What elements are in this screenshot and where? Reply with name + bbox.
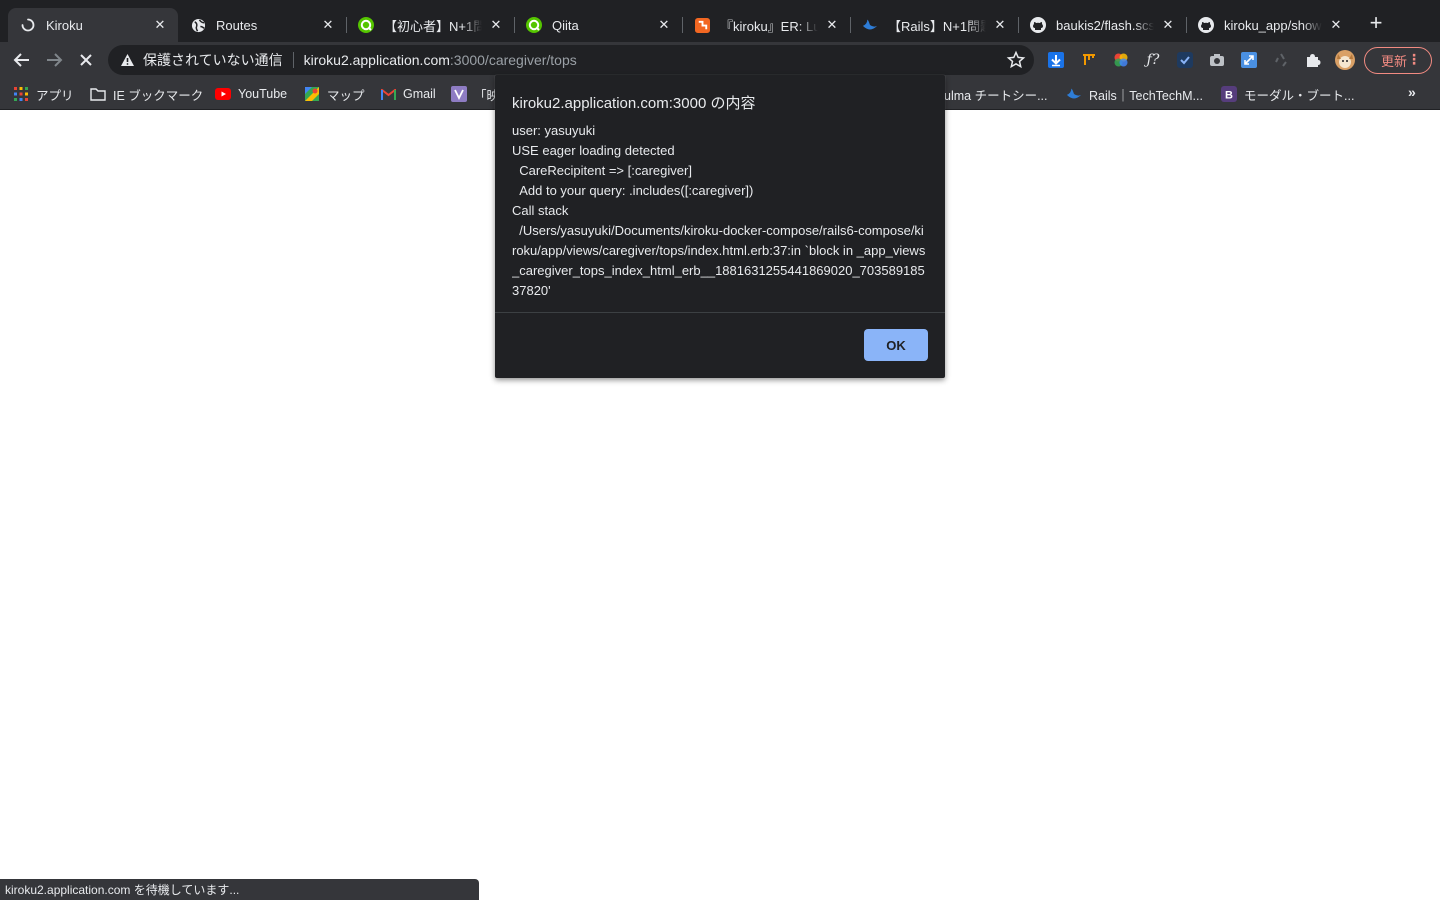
forward-arrow-icon [47,53,63,67]
loading-spinner-icon [20,17,36,33]
dialog-line: Call stack [512,203,569,218]
download-extension-icon[interactable] [1046,50,1066,70]
tab-title: 【Rails】N+1問題を [888,18,986,34]
tab-title: Routes [216,17,258,33]
checkmark-extension-icon[interactable] [1175,50,1195,70]
status-bar: kiroku2.application.com を待機しています... [0,879,479,900]
dialog-message[interactable]: user: yasuyuki USE eager loading detecte… [512,121,927,312]
bookmark-gmail[interactable]: Gmail [380,85,436,103]
bootstrap-icon: B [1221,86,1237,102]
bookmark-label: アプリ [36,88,74,103]
lucidchart-icon [694,17,710,33]
toolbar: 保護されていない通信 kiroku2.application.com:3000/… [0,42,1440,78]
alert-dialog: kiroku2.application.com:3000 の内容 user: y… [495,75,945,378]
close-icon [80,54,92,66]
avatar[interactable] [1335,50,1355,70]
tab-title: 【初心者】N+1問題 [384,18,482,34]
close-icon[interactable]: ✕ [152,17,168,33]
dialog-line: /Users/yasuyuki/Documents/kiroku-docker-… [512,223,926,298]
back-button[interactable] [8,46,36,74]
globe-icon [190,17,206,33]
apps-grid-icon [13,86,29,102]
dialog-line: USE eager loading detected [512,143,675,158]
folder-icon [90,86,106,102]
bookmark-apps[interactable]: アプリ [13,85,74,103]
ruler-extension-icon[interactable] [1079,50,1099,70]
dialog-divider [495,312,945,313]
chevron-more-icon[interactable]: » [1408,84,1416,100]
close-icon[interactable]: ✕ [656,17,672,33]
tab-title: 『kiroku』ER: Luc [720,18,818,34]
vuetify-icon [451,86,467,102]
close-icon[interactable]: ✕ [824,17,840,33]
stop-loading-button[interactable] [72,46,100,74]
warning-icon [121,54,134,66]
github-icon [1030,17,1046,33]
github-icon [1198,17,1214,33]
tab-qiita-n1[interactable]: 【初心者】N+1問題 ✕ [346,8,514,42]
tab-title: Kiroku [46,17,83,33]
camera-extension-icon[interactable] [1207,50,1227,70]
url-host: kiroku2.application.com [303,52,450,68]
bookmark-bootstrap-modal[interactable]: B モーダル・ブート... [1221,85,1354,103]
tab-title: kiroku_app/show.h [1224,17,1322,33]
tab-title: Qiita [552,17,579,33]
qiita-icon [358,17,374,33]
tab-title: baukis2/flash.scss [1056,17,1154,33]
dialog-line: user: yasuyuki [512,123,596,138]
svg-text:B: B [1225,90,1233,102]
recycle-extension-icon[interactable] [1271,50,1291,70]
close-icon[interactable]: ✕ [320,17,336,33]
gmail-icon [380,86,396,102]
qiita-icon [526,17,542,33]
bookmark-star-icon[interactable] [1006,50,1026,70]
bookmark-maps[interactable]: マップ [304,85,365,103]
youtube-icon [215,86,231,102]
close-icon[interactable]: ✕ [488,17,504,33]
update-label: 更新 [1381,54,1408,69]
bookmark-label: Rails｜TechTechM... [1089,88,1203,103]
forward-button[interactable] [40,46,68,74]
tab-kiroku[interactable]: Kiroku ✕ [8,8,178,42]
dialog-line: Add to your query: .includes([:caregiver… [512,183,754,198]
color-picker-extension-icon[interactable] [1111,50,1131,70]
maps-icon [304,86,320,102]
tab-routes[interactable]: Routes ✕ [178,8,346,42]
update-button[interactable]: 更新 ⋮ [1364,47,1432,74]
dialog-line: CareRecipitent => [:caregiver] [512,163,692,178]
tab-kiroku-app[interactable]: kiroku_app/show.h ✕ [1186,8,1354,42]
resize-extension-icon[interactable] [1239,50,1259,70]
tab-strip: Kiroku ✕ Routes ✕ 【初心者】N+1問題 ✕ Qiita ✕ 『… [0,0,1440,42]
techtechmedia-icon [1066,86,1082,102]
tab-baukis2[interactable]: baukis2/flash.scss ✕ [1018,8,1186,42]
bookmark-label: マップ [327,88,365,103]
bookmark-vuetify[interactable]: 「映 [451,85,499,103]
bookmark-label: Gmail [403,87,436,101]
more-menu-icon[interactable]: ⋮ [1407,51,1421,68]
bookmark-bulma[interactable]: ulma チートシー... [944,85,1048,103]
back-arrow-icon [13,53,29,67]
tab-lucidchart[interactable]: 『kiroku』ER: Luc ✕ [682,8,850,42]
bookmark-youtube[interactable]: YouTube [215,85,287,103]
bookmark-label: YouTube [238,87,288,101]
close-icon[interactable]: ✕ [1328,17,1344,33]
close-icon[interactable]: ✕ [992,17,1008,33]
font-finder-extension-icon[interactable]: ƒ? [1143,50,1163,70]
bookmark-label: モーダル・ブート... [1244,88,1355,103]
techtechmedia-icon [862,17,878,33]
bookmark-label: IE ブックマーク [113,88,204,103]
url-path: :3000/caregiver/tops [449,52,577,68]
ok-button[interactable]: OK [864,329,928,361]
dialog-title: kiroku2.application.com:3000 の内容 [512,95,756,112]
bookmark-label: ulma チートシー... [944,88,1048,103]
close-icon[interactable]: ✕ [1160,17,1176,33]
bookmark-rails-techtech[interactable]: Rails｜TechTechM... [1066,85,1203,103]
new-tab-button[interactable]: + [1364,12,1388,36]
security-label[interactable]: 保護されていない通信 [143,50,283,70]
puzzle-extensions-icon[interactable] [1303,50,1323,70]
tab-rails-n1[interactable]: 【Rails】N+1問題を ✕ [850,8,1018,42]
address-bar[interactable]: 保護されていない通信 kiroku2.application.com:3000/… [108,45,1034,75]
tab-qiita[interactable]: Qiita ✕ [514,8,682,42]
bookmark-folder-ie[interactable]: IE ブックマーク [90,85,203,103]
